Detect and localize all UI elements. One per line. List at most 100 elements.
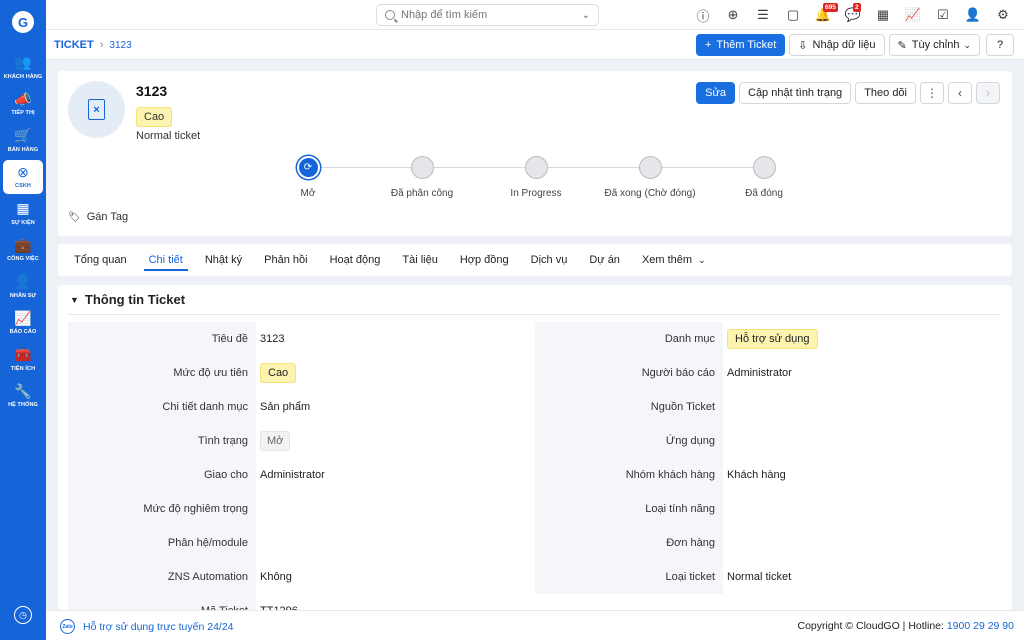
- edit-button[interactable]: Sửa: [696, 82, 735, 104]
- checkbox-icon[interactable]: ☑: [928, 0, 958, 30]
- field-value-danh-muc[interactable]: Hỗ trợ sử dụng: [727, 322, 1002, 356]
- field-label: Mức độ ưu tiên: [68, 356, 256, 390]
- field-label: Loại tính năng: [535, 492, 723, 526]
- search-input[interactable]: [401, 9, 582, 21]
- field-label: Danh mục: [535, 322, 723, 356]
- field-value-zns-automation[interactable]: Không: [260, 560, 535, 594]
- record-actions: Sửa Cập nhật tình trạng Theo dõi ⋮ ‹ ›: [692, 82, 1000, 104]
- field-value-loai-ticket[interactable]: Normal ticket: [727, 560, 1002, 594]
- sidebar-item-he-thong[interactable]: 🔧 HỆ THỐNG: [3, 379, 43, 413]
- field-value-nhom-khach-hang[interactable]: Khách hàng: [727, 458, 1002, 492]
- priority-badge: Cao: [136, 107, 173, 127]
- field-row: Tình trạng Mở: [68, 424, 535, 458]
- field-value-nguon-ticket[interactable]: [727, 390, 1002, 424]
- sidebar-item-cskh[interactable]: ⊗ CSKH: [3, 159, 43, 194]
- bell-icon[interactable]: 🔔 695: [808, 0, 838, 30]
- status-step[interactable]: Đã đóng: [704, 156, 824, 199]
- section-toggle[interactable]: ▼ Thông tin Ticket: [70, 292, 185, 307]
- chevron-down-icon: ⌄: [698, 254, 706, 265]
- tab-more[interactable]: Xem thêm ⌄: [631, 244, 717, 276]
- field-value-text: Administrator: [727, 367, 792, 379]
- more-options-icon[interactable]: ⋮: [920, 82, 944, 104]
- add-ticket-button[interactable]: + Thêm Ticket: [695, 34, 786, 56]
- tab-dich-vu[interactable]: Dịch vụ: [520, 244, 579, 276]
- field-row: Mức độ ưu tiên Cao: [68, 356, 535, 390]
- app-logo[interactable]: G: [12, 11, 34, 33]
- update-status-button[interactable]: Cập nhật tình trạng: [739, 82, 852, 104]
- task-icon[interactable]: ▢: [778, 0, 808, 30]
- list-icon[interactable]: ☰: [748, 0, 778, 30]
- status-step[interactable]: In Progress: [476, 156, 596, 199]
- status-step[interactable]: Đã phân công: [362, 156, 482, 199]
- hotline[interactable]: 1900 29 29 90: [947, 620, 1014, 632]
- field-value-tinh-trang[interactable]: Mở: [260, 424, 535, 458]
- tab-hoat-dong[interactable]: Hoạt động: [319, 244, 392, 276]
- field-label: Tình trạng: [68, 424, 256, 458]
- field-label: Giao cho: [68, 458, 256, 492]
- field-value-giao-cho[interactable]: Administrator: [260, 458, 535, 492]
- copyright: Copyright © CloudGO | Hotline: 1900 29 2…: [797, 620, 1014, 632]
- field-row: Người báo cáo Administrator: [535, 356, 1002, 390]
- field-value-muc-do-nghiem-trong[interactable]: [260, 492, 535, 526]
- field-label: Phân hệ/module: [68, 526, 256, 560]
- add-circle-icon[interactable]: ⊕: [718, 0, 748, 30]
- chat-icon[interactable]: 💬 2: [838, 0, 868, 30]
- tab-nhat-ky[interactable]: Nhật ký: [194, 244, 253, 276]
- import-data-button[interactable]: ⇩ Nhập dữ liệu: [789, 34, 885, 56]
- help-button[interactable]: ?: [986, 34, 1014, 56]
- sidebar-item-label: CSKH: [15, 183, 31, 189]
- status-step[interactable]: ⟳ Mở: [248, 156, 368, 199]
- sidebar-item-ban-hang[interactable]: 🛒 BÁN HÀNG: [3, 123, 43, 157]
- info-icon[interactable]: ⓘ: [688, 0, 718, 30]
- step-dot: [752, 156, 776, 179]
- status-step[interactable]: Đã xong (Chờ đóng): [590, 156, 710, 199]
- chevron-down-icon[interactable]: ⌄: [582, 10, 590, 21]
- sub-header: TICKET › 3123 + Thêm Ticket ⇩ Nhập dữ liệu…: [46, 30, 1024, 60]
- field-value-don-hang[interactable]: [727, 526, 1002, 560]
- assign-tag-link[interactable]: 🏷 Gán Tag: [68, 211, 128, 223]
- field-value-ung-dung[interactable]: [727, 424, 1002, 458]
- sidebar-item-icon: 🔧: [14, 382, 32, 399]
- breadcrumb-record[interactable]: 3123: [109, 40, 131, 51]
- step-label: Đã đóng: [745, 188, 783, 199]
- sidebar-item-icon: 🧰: [14, 346, 32, 362]
- field-value-text: Sản phẩm: [260, 401, 311, 413]
- gear-icon[interactable]: ⚙: [988, 0, 1018, 30]
- tab-du-an[interactable]: Dự án: [578, 244, 631, 276]
- tab-hop-dong[interactable]: Hợp đồng: [449, 244, 520, 276]
- next-record-button[interactable]: ›: [976, 82, 1000, 104]
- follow-button[interactable]: Theo dõi: [855, 82, 916, 104]
- sidebar-item-tiep-thi[interactable]: 📣 TIẾP THỊ: [3, 87, 43, 121]
- field-value-tieu-de[interactable]: 3123: [260, 322, 535, 356]
- tab-chi-tiet[interactable]: Chi tiết: [138, 244, 194, 276]
- chart-icon[interactable]: 📈: [898, 0, 928, 30]
- clock-icon[interactable]: ◷: [14, 606, 32, 624]
- customize-button[interactable]: ✎ Tùy chỉnh ⌄: [888, 34, 980, 56]
- calendar-icon[interactable]: ▦: [868, 0, 898, 30]
- field-label: Người báo cáo: [535, 356, 723, 390]
- ticket-icon: ×: [88, 99, 105, 120]
- tab-tai-lieu[interactable]: Tài liệu: [391, 244, 448, 276]
- online-support-link[interactable]: Zalo Hỗ trợ sử dụng trực tuyến 24/24: [60, 619, 234, 634]
- sidebar-item-tien-ich[interactable]: 🧰 TIỆN ÍCH: [3, 342, 43, 376]
- field-value-nguoi-bao-cao[interactable]: Administrator: [727, 356, 1002, 390]
- breadcrumb-module[interactable]: TICKET: [54, 39, 94, 51]
- sidebar-item-bao-cao[interactable]: 📈 BÁO CÁO: [3, 306, 43, 340]
- global-search[interactable]: ⌄: [376, 4, 599, 26]
- tab-tong-quan[interactable]: Tổng quan: [63, 244, 138, 276]
- tab-phan-hoi[interactable]: Phản hồi: [253, 244, 318, 276]
- sidebar-item-icon: 📣: [14, 90, 32, 107]
- field-value-chi-tiet-danh-muc[interactable]: Sản phẩm: [260, 390, 535, 424]
- sidebar-item-su-kien[interactable]: ▦ SỰ KIỆN: [3, 196, 43, 230]
- field-value-loai-tinh-nang[interactable]: [727, 492, 1002, 526]
- field-row: Ứng dụng: [535, 424, 1002, 458]
- user-icon[interactable]: 👤: [958, 0, 988, 30]
- field-row: ZNS Automation Không: [68, 560, 535, 594]
- sidebar-item-cong-viec[interactable]: 💼 CÔNG VIỆC: [3, 233, 43, 267]
- sidebar-item-icon: 👤: [14, 273, 32, 289]
- field-value-muc-do-uu-tien[interactable]: Cao: [260, 356, 535, 390]
- prev-record-button[interactable]: ‹: [948, 82, 972, 104]
- sidebar-item-khach-hang[interactable]: 👥 KHÁCH HÀNG: [3, 50, 43, 84]
- field-value-phan-he-module[interactable]: [260, 526, 535, 560]
- sidebar-item-nhan-su[interactable]: 👤 NHÂN SỰ: [3, 269, 43, 303]
